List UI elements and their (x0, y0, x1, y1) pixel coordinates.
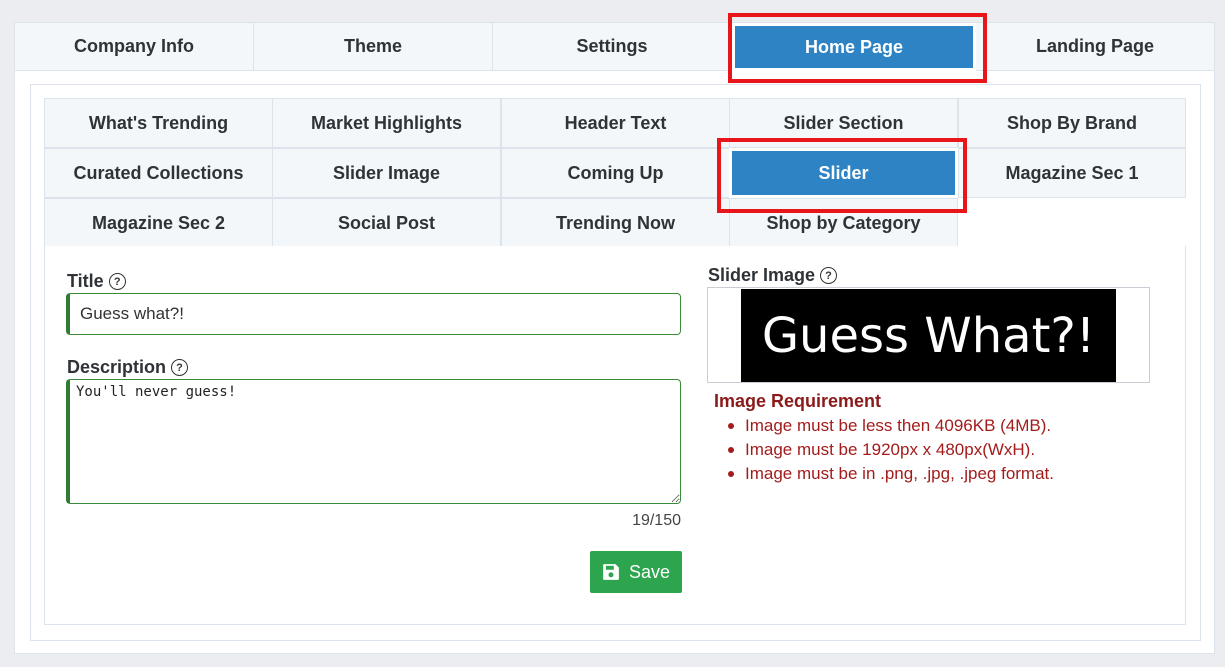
subtab-magazine-sec-1[interactable]: Magazine Sec 1 (958, 148, 1186, 198)
tab-landing-page[interactable]: Landing Page (976, 23, 1214, 71)
subtab-social-post[interactable]: Social Post (272, 198, 501, 248)
question-circle-icon[interactable]: ? (820, 267, 838, 284)
slider-image-content: Guess What?! (741, 289, 1116, 382)
list-item: Image must be 1920px x 480px(WxH). (728, 438, 1054, 462)
top-tab-bar: Company Info Theme Settings Home Page La… (15, 23, 1214, 71)
subtab-slider[interactable]: Slider (729, 148, 958, 198)
image-requirement-list: Image must be less then 4096KB (4MB). Im… (728, 414, 1054, 486)
subtab-curated-collections[interactable]: Curated Collections (44, 148, 273, 198)
slider-image-preview[interactable]: Guess What?! (707, 287, 1150, 383)
save-button-label: Save (628, 561, 671, 582)
subtab-coming-up[interactable]: Coming Up (501, 148, 730, 198)
subtab-slider-section[interactable]: Slider Section (729, 98, 958, 148)
list-item: Image must be less then 4096KB (4MB). (728, 414, 1054, 438)
slider-image-label-text: Slider Image (708, 265, 816, 285)
tab-company-info[interactable]: Company Info (15, 23, 254, 71)
subtab-slider-image[interactable]: Slider Image (272, 148, 501, 198)
tab-theme[interactable]: Theme (254, 23, 493, 71)
description-label-text: Description (67, 357, 167, 377)
subtab-magazine-sec-2[interactable]: Magazine Sec 2 (44, 198, 273, 248)
subtab-shop-by-brand[interactable]: Shop By Brand (958, 98, 1186, 148)
description-textarea[interactable]: You'll never guess! (66, 379, 681, 504)
tab-settings[interactable]: Settings (493, 23, 732, 71)
image-requirement-title: Image Requirement (714, 391, 882, 411)
description-label: Description ? (67, 357, 189, 378)
slider-image-label: Slider Image ? (708, 265, 838, 286)
list-item: Image must be in .png, .jpg, .jpeg forma… (728, 462, 1054, 486)
subtab-whats-trending[interactable]: What's Trending (44, 98, 273, 148)
title-label: Title ? (67, 271, 126, 292)
character-counter: 19/150 (632, 512, 681, 529)
slider-image-text: Guess What?! (761, 307, 1096, 364)
tab-home-page[interactable]: Home Page (732, 23, 976, 71)
question-circle-icon[interactable]: ? (171, 359, 189, 376)
title-input[interactable] (66, 293, 681, 335)
subtab-shop-by-category[interactable]: Shop by Category (729, 198, 958, 248)
save-button[interactable]: Save (590, 551, 682, 593)
title-label-text: Title (67, 271, 104, 291)
subtab-market-highlights[interactable]: Market Highlights (272, 98, 501, 148)
subtab-header-text[interactable]: Header Text (501, 98, 730, 148)
floppy-disk-icon (603, 564, 619, 580)
subtab-trending-now[interactable]: Trending Now (501, 198, 730, 248)
question-circle-icon[interactable]: ? (108, 273, 126, 290)
